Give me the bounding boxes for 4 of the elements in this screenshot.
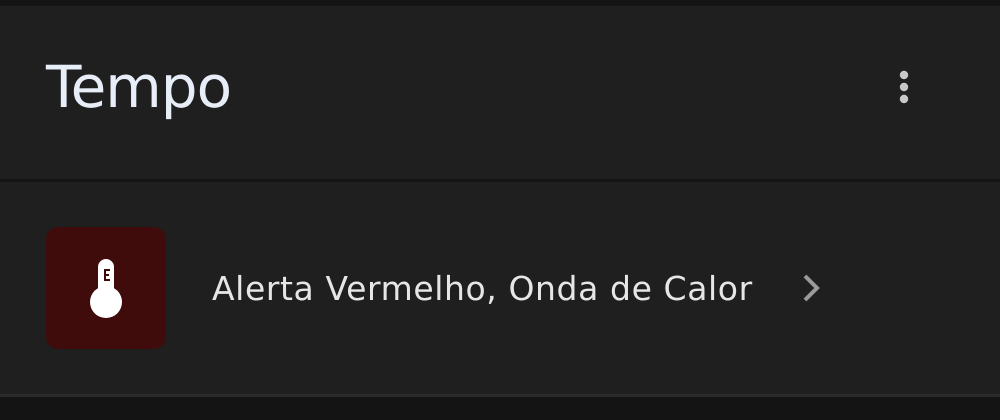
alert-row[interactable]: Alerta Vermelho, Onda de Calor <box>0 182 1000 394</box>
page-title: Tempo <box>46 52 232 122</box>
alert-title: Alerta Vermelho, Onda de Calor <box>212 268 753 308</box>
chevron-right-icon <box>800 272 821 304</box>
